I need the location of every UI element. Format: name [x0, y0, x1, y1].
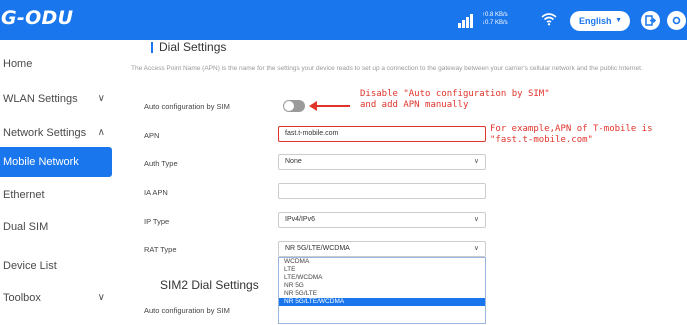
apn-annotation-line1: For example,APN of T-mobile is [490, 124, 653, 134]
rat-option[interactable]: LTE [279, 266, 485, 274]
auth-type-label: Auth Type [144, 159, 178, 168]
language-label: English [579, 16, 612, 26]
chevron-down-icon: ▼ [615, 17, 622, 24]
sidebar-item-dual-sim[interactable]: Dual SIM [0, 213, 112, 241]
sidebar-item-label: Network Settings [3, 127, 87, 139]
sidebar-item-device-list[interactable]: Device List [0, 252, 112, 280]
sidebar-item-label: WLAN Settings [3, 93, 78, 105]
apn-annotation: For example,APN of T-mobile is "fast.t-m… [490, 124, 653, 146]
apn-value: fast.t-mobile.com [285, 130, 339, 137]
sidebar-item-wlan-settings[interactable]: WLAN Settings ∨ [0, 85, 112, 113]
apn-description: The Access Point Name (APN) is the name … [131, 65, 643, 72]
rat-type-dropdown-list: WCDMA LTE LTE/WCDMA NR 5G NR 5G/LTE NR 5… [278, 257, 486, 324]
sidebar-item-label: Device List [3, 260, 57, 272]
auth-type-select[interactable]: None ∨ [278, 154, 486, 170]
section-title-dial-settings: Dial Settings [150, 40, 227, 54]
ia-apn-field[interactable] [278, 183, 486, 199]
arrow-line [315, 105, 350, 107]
auto-config-label: Auto configuration by SIM [144, 102, 230, 111]
chevron-down-icon: ∨ [473, 158, 479, 165]
download-speed: ↓0.7 KB/s [482, 20, 508, 26]
rat-type-label: RAT Type [144, 245, 177, 254]
sidebar-item-label: Mobile Network [3, 156, 79, 168]
language-selector[interactable]: English ▼ [570, 11, 630, 31]
sidebar-item-label: Toolbox [3, 292, 41, 304]
sidebar: Home WLAN Settings ∨ Network Settings ∧ … [0, 40, 112, 325]
rat-option-selected[interactable]: NR 5G/LTE/WCDMA [279, 298, 485, 306]
sidebar-item-home[interactable]: Home [0, 50, 112, 78]
sidebar-item-toolbox[interactable]: Toolbox ∨ [0, 284, 112, 312]
main-content: Dial Settings The Access Point Name (APN… [112, 40, 687, 325]
apn-field[interactable]: fast.t-mobile.com [278, 126, 486, 142]
chevron-down-icon: ∨ [97, 292, 105, 303]
ip-type-value: IPv4/IPv6 [285, 216, 315, 223]
toggle-annotation-line1: Disable "Auto configuration by SIM" [360, 89, 550, 99]
section-title-sim2-dial-settings: SIM2 Dial Settings [160, 278, 259, 292]
traffic-speeds: ↑0.8 KB/s ↓0.7 KB/s [482, 11, 508, 27]
signal-icon [458, 14, 478, 28]
chevron-up-icon: ∧ [97, 127, 105, 138]
ip-type-select[interactable]: IPv4/IPv6 ∨ [278, 212, 486, 228]
chevron-down-icon: ∨ [473, 245, 479, 252]
toggle-annotation: Disable "Auto configuration by SIM" and … [360, 89, 550, 111]
auth-type-value: None [285, 158, 302, 165]
sidebar-item-label: Dual SIM [3, 221, 49, 233]
brand-logo: G-ODU [1, 7, 74, 29]
ip-type-label: IP Type [144, 217, 170, 226]
sidebar-item-label: Home [3, 58, 33, 70]
auto-config-toggle[interactable] [283, 100, 305, 112]
settings-icon[interactable] [667, 11, 686, 30]
apn-label: APN [144, 131, 160, 140]
wifi-icon[interactable] [541, 12, 557, 31]
chevron-down-icon: ∨ [97, 93, 105, 104]
ia-apn-label: IA APN [144, 188, 168, 197]
sidebar-item-ethernet[interactable]: Ethernet [0, 181, 112, 209]
rat-option[interactable]: NR 5G/LTE [279, 290, 485, 298]
top-bar: G-ODU ↑0.8 KB/s ↓0.7 KB/s English ▼ [0, 0, 687, 40]
rat-type-value: NR 5G/LTE/WCDMA [285, 245, 350, 252]
rat-type-select[interactable]: NR 5G/LTE/WCDMA ∨ [278, 241, 486, 257]
chevron-down-icon: ∨ [473, 216, 479, 223]
rat-option[interactable]: WCDMA [279, 258, 485, 266]
apn-annotation-line2: "fast.t-mobile.com" [490, 135, 593, 145]
rat-option[interactable]: LTE/WCDMA [279, 274, 485, 282]
upload-speed: ↑0.8 KB/s [482, 12, 508, 18]
rat-option[interactable]: NR 5G [279, 282, 485, 290]
sidebar-item-mobile-network[interactable]: Mobile Network [0, 147, 112, 177]
sidebar-item-label: Ethernet [3, 189, 45, 201]
sidebar-item-network-settings[interactable]: Network Settings ∧ [0, 119, 112, 147]
sim2-auto-config-label: Auto configuration by SIM [144, 306, 230, 315]
logout-icon[interactable] [641, 11, 660, 30]
toggle-annotation-line2: and add APN manually [360, 100, 469, 110]
